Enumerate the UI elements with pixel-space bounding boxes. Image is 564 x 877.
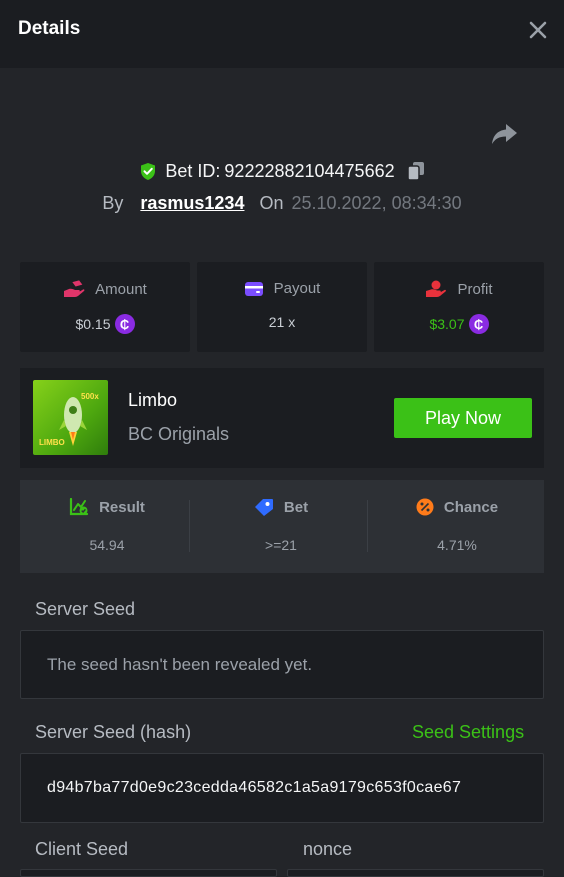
server-seed-hash-field[interactable]: d94b7ba77d0e9c23cedda46582c1a5a9179c653f… — [20, 753, 544, 823]
server-seed-label: Server Seed — [35, 599, 136, 619]
money-hand-icon — [64, 280, 85, 297]
server-seed-value: The seed hasn't been revealed yet. — [47, 654, 313, 674]
profit-value: $3.07 — [429, 316, 465, 332]
percent-icon — [416, 498, 434, 516]
client-seed-field[interactable] — [20, 869, 277, 877]
bet-author-row: By rasmus1234 On 25.10.2022, 08:34:30 — [0, 190, 564, 216]
divider — [367, 500, 368, 552]
client-seed-label: Client Seed — [35, 839, 129, 859]
nonce-field[interactable] — [287, 869, 544, 877]
bet-id-label: Bet ID: — [165, 160, 221, 181]
result-label: Result — [99, 498, 145, 516]
amount-value: $0.15 — [75, 316, 111, 332]
amount-label: Amount — [95, 280, 147, 298]
profit-label: Profit — [457, 280, 493, 298]
ticket-icon — [254, 499, 273, 516]
nonce-label: nonce — [303, 839, 353, 859]
modal-header: Details — [0, 0, 564, 68]
profit-hand-icon — [426, 280, 447, 297]
bet-value: >=21 — [265, 537, 297, 553]
close-icon — [529, 21, 547, 39]
thumb-badge: 500x — [81, 392, 99, 401]
thumb-label: LIMBO — [39, 438, 65, 447]
chance-label: Chance — [443, 498, 499, 516]
bet-datetime: 25.10.2022, 08:34:30 — [291, 192, 462, 213]
result-column: Result 54.94 — [20, 480, 194, 573]
shield-check-icon — [141, 162, 156, 180]
close-button[interactable] — [524, 16, 552, 44]
result-value: 54.94 — [89, 537, 125, 553]
payout-value: 21 x — [268, 314, 296, 330]
on-label: On — [259, 192, 284, 213]
server-seed-field[interactable]: The seed hasn't been revealed yet. — [20, 630, 544, 699]
bet-id-row: Bet ID: 92222882104475662 — [0, 158, 564, 184]
bcd-coin-icon: ₵ — [114, 314, 135, 334]
by-label: By — [102, 192, 124, 213]
share-button[interactable] — [488, 120, 520, 148]
bet-column: Bet >=21 — [194, 480, 368, 573]
server-seed-hash-value: d94b7ba77d0e9c23cedda46582c1a5a9179c653f… — [47, 779, 462, 796]
bcd-coin-icon: ₵ — [468, 314, 489, 334]
result-card: Result 54.94 Bet >=21 Chance 4.71% — [20, 480, 544, 573]
bet-id-value: 92222882104475662 — [224, 160, 395, 181]
chance-column: Chance 4.71% — [370, 480, 544, 573]
bet-label: Bet — [283, 498, 309, 516]
seed-settings-link[interactable]: Seed Settings — [412, 722, 524, 743]
username-link[interactable]: rasmus1234 — [140, 193, 244, 214]
game-provider: BC Originals — [128, 424, 230, 444]
game-name: Limbo — [128, 390, 178, 410]
payout-box: Payout 21 x — [197, 262, 367, 352]
game-card: 500x LIMBO Limbo BC Originals Play Now — [20, 368, 544, 468]
copy-icon — [406, 162, 424, 181]
play-now-button[interactable]: Play Now — [394, 398, 532, 438]
share-icon — [492, 124, 517, 144]
payout-label: Payout — [273, 280, 321, 297]
modal-title: Details — [18, 18, 81, 39]
copy-bet-id-button[interactable] — [406, 161, 425, 181]
chart-check-icon — [69, 498, 89, 516]
chance-value: 4.71% — [437, 537, 477, 553]
game-thumbnail[interactable]: 500x LIMBO — [33, 380, 108, 455]
server-seed-hash-label: Server Seed (hash) — [35, 722, 192, 742]
divider — [189, 500, 190, 552]
amount-box: Amount $0.15 ₵ — [20, 262, 190, 352]
profit-box: Profit $3.07 ₵ — [374, 262, 544, 352]
wallet-icon — [244, 281, 263, 296]
